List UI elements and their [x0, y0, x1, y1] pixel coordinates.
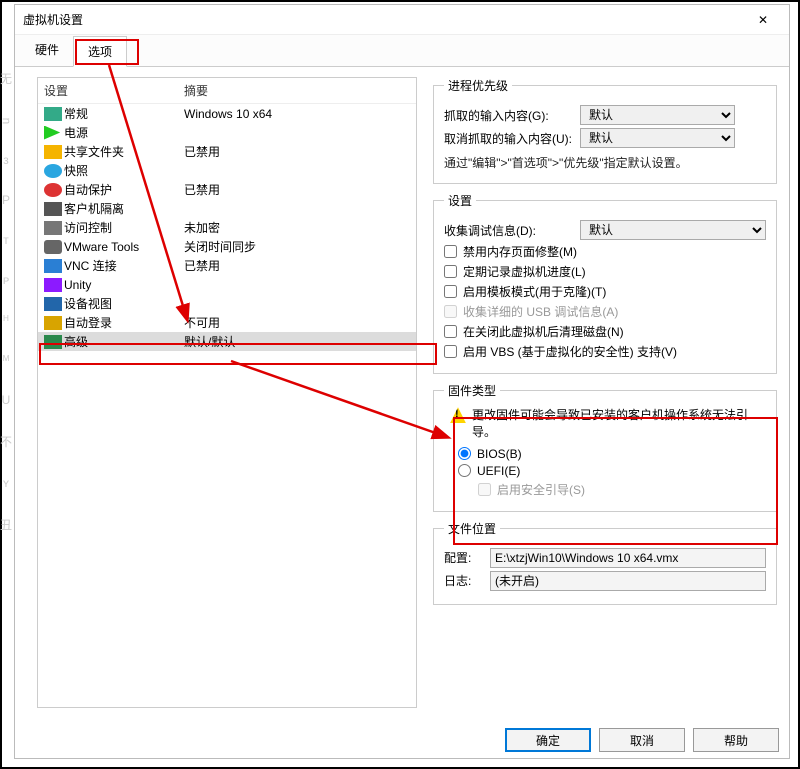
label-debug: 收集调试信息(D): [444, 222, 574, 239]
row-summary: 未加密 [184, 219, 410, 236]
check-5[interactable] [444, 345, 457, 358]
list-row-autologin[interactable]: 自动登录 不可用 [38, 313, 416, 332]
row-name: 自动保护 [64, 181, 184, 198]
highlight-firmware [453, 417, 778, 545]
cancel-button[interactable]: 取消 [599, 728, 685, 752]
list-row-dev[interactable]: 设备视图 [38, 294, 416, 313]
legend-firmware: 固件类型 [444, 382, 500, 399]
dev-icon [44, 297, 62, 311]
right-pane: 进程优先级 抓取的输入内容(G): 默认 取消抓取的输入内容(U): 默认 通过… [425, 67, 789, 718]
list-row-snap[interactable]: 快照 [38, 161, 416, 180]
acc-icon [44, 221, 62, 235]
check-3 [444, 305, 457, 318]
tab-hardware[interactable]: 硬件 [21, 35, 73, 66]
priority-note: 通过"编辑">"首选项">"优先级"指定默认设置。 [444, 154, 766, 173]
pow-icon [44, 126, 62, 140]
row-name: 快照 [64, 162, 184, 179]
row-name: 常规 [64, 105, 184, 122]
row-name: 自动登录 [64, 314, 184, 331]
check-1[interactable] [444, 265, 457, 278]
group-priority: 进程优先级 抓取的输入内容(G): 默认 取消抓取的输入内容(U): 默认 通过… [433, 77, 777, 184]
autologin-icon [44, 316, 62, 330]
label-config: 配置: [444, 549, 484, 566]
gen-icon [44, 107, 62, 121]
list-row-vmw[interactable]: VMware Tools 关闭时间同步 [38, 237, 416, 256]
vnc-icon [44, 259, 62, 273]
check-label-1: 定期记录虚拟机进度(L) [463, 263, 586, 280]
list-header: 设置 摘要 [38, 78, 416, 104]
close-icon: ✕ [758, 13, 768, 27]
check-label-4: 在关闭此虚拟机后清理磁盘(N) [463, 323, 624, 340]
legend-priority: 进程优先级 [444, 77, 512, 94]
row-name: Unity [64, 278, 184, 292]
check-2[interactable] [444, 285, 457, 298]
vmw-icon [44, 240, 62, 254]
list-row-guest[interactable]: 客户机隔离 [38, 199, 416, 218]
row-name: VMware Tools [64, 240, 184, 254]
check-0[interactable] [444, 245, 457, 258]
row-name: VNC 连接 [64, 257, 184, 274]
help-button[interactable]: 帮助 [693, 728, 779, 752]
list-row-vnc[interactable]: VNC 连接 已禁用 [38, 256, 416, 275]
row-name: 访问控制 [64, 219, 184, 236]
check-label-2: 启用模板模式(用于克隆)(T) [463, 283, 606, 300]
input-log[interactable] [490, 571, 766, 591]
row-summary: 已禁用 [184, 257, 410, 274]
check-label-0: 禁用内存页面修整(M) [463, 243, 577, 260]
guest-icon [44, 202, 62, 216]
label-log: 日志: [444, 572, 484, 589]
content-area: 设置 摘要 常规 Windows 10 x64 电源 共享文件夹 已禁用 快照 … [15, 67, 789, 718]
row-name: 电源 [64, 124, 184, 141]
select-ungrabbed[interactable]: 默认 [580, 128, 735, 148]
ok-button[interactable]: 确定 [505, 728, 591, 752]
header-summary: 摘要 [184, 82, 410, 99]
list-row-gen[interactable]: 常规 Windows 10 x64 [38, 104, 416, 123]
select-debug[interactable]: 默认 [580, 220, 766, 240]
row-name: 共享文件夹 [64, 143, 184, 160]
left-pane: 设置 摘要 常规 Windows 10 x64 电源 共享文件夹 已禁用 快照 … [15, 67, 425, 718]
highlight-advanced-row [39, 343, 437, 365]
list-row-acc[interactable]: 访问控制 未加密 [38, 218, 416, 237]
check-label-3: 收集详细的 USB 调试信息(A) [463, 303, 618, 320]
row-summary: Windows 10 x64 [184, 107, 410, 121]
settings-list: 设置 摘要 常规 Windows 10 x64 电源 共享文件夹 已禁用 快照 … [37, 77, 417, 708]
highlight-tabs [75, 39, 139, 65]
select-grabbed[interactable]: 默认 [580, 105, 735, 125]
dialog-window: 虚拟机设置 ✕ 硬件 选项 设置 摘要 常规 Windows 10 x64 电源… [14, 4, 790, 759]
row-summary: 已禁用 [184, 181, 410, 198]
unity-icon [44, 278, 62, 292]
row-name: 客户机隔离 [64, 200, 184, 217]
list-row-auto[interactable]: 自动保护 已禁用 [38, 180, 416, 199]
snap-icon [44, 164, 62, 178]
label-grabbed: 抓取的输入内容(G): [444, 107, 574, 124]
list-row-fld[interactable]: 共享文件夹 已禁用 [38, 142, 416, 161]
titlebar: 虚拟机设置 ✕ [15, 5, 789, 35]
label-ungrabbed: 取消抓取的输入内容(U): [444, 130, 574, 147]
group-settings: 设置 收集调试信息(D): 默认 禁用内存页面修整(M) 定期记录虚拟机进度(L… [433, 192, 777, 374]
window-title: 虚拟机设置 [23, 11, 83, 28]
legend-settings: 设置 [444, 192, 476, 209]
row-summary: 不可用 [184, 314, 410, 331]
list-row-unity[interactable]: Unity [38, 275, 416, 294]
background-leftstrip: 无ᴝᴈ Рᴛᴘ ᴴᴹU 不ʏ丑 [0, 62, 12, 722]
row-summary: 已禁用 [184, 143, 410, 160]
check-label-5: 启用 VBS (基于虚拟化的安全性) 支持(V) [463, 343, 677, 360]
auto-icon [44, 183, 62, 197]
button-bar: 确定 取消 帮助 [505, 728, 779, 752]
row-summary: 关闭时间同步 [184, 238, 410, 255]
check-4[interactable] [444, 325, 457, 338]
list-row-pow[interactable]: 电源 [38, 123, 416, 142]
fld-icon [44, 145, 62, 159]
header-setting: 设置 [44, 82, 184, 99]
close-button[interactable]: ✕ [745, 9, 781, 31]
row-name: 设备视图 [64, 295, 184, 312]
input-config[interactable] [490, 548, 766, 568]
